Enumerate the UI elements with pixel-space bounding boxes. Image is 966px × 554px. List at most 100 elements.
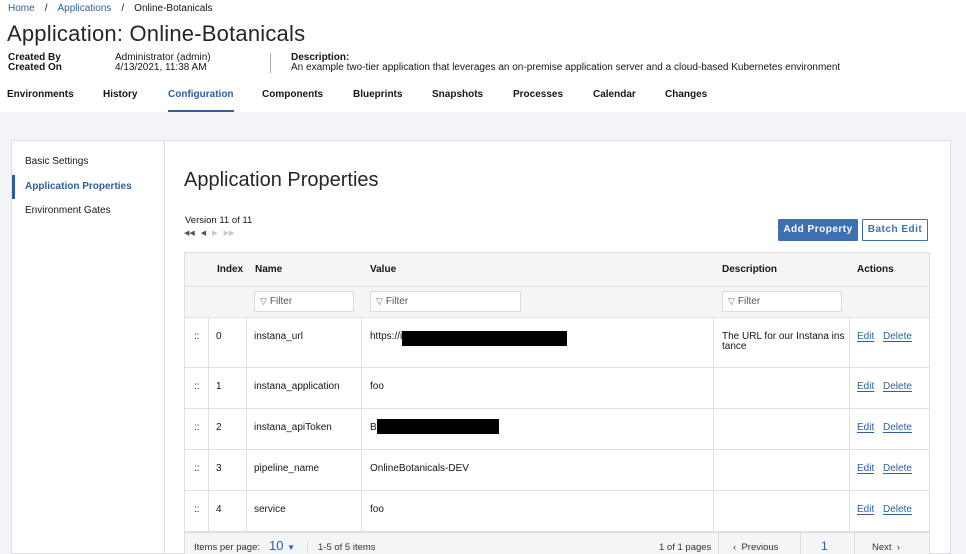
- row-value: OnlineBotanicals-DEV: [370, 463, 469, 474]
- row-index: 1: [216, 381, 222, 392]
- filter-placeholder: Filter: [737, 296, 761, 307]
- row-value: https://i: [370, 331, 403, 342]
- tab-history[interactable]: History: [103, 89, 137, 112]
- delete-link[interactable]: Delete: [883, 331, 912, 342]
- panel-title: Application Properties: [184, 169, 379, 191]
- created-on-label: Created On: [8, 62, 62, 73]
- edit-link[interactable]: Edit: [857, 331, 874, 342]
- edit-link[interactable]: Edit: [857, 504, 874, 515]
- header-value[interactable]: Value: [370, 264, 396, 275]
- footer-divider: [854, 533, 855, 554]
- edit-link[interactable]: Edit: [857, 463, 874, 474]
- filter-placeholder: Filter: [385, 296, 409, 307]
- sidebar-item-basic-settings[interactable]: Basic Settings: [12, 150, 164, 174]
- breadcrumb-separator: /: [121, 3, 125, 14]
- chevron-right-icon: ›: [896, 542, 900, 553]
- current-page[interactable]: 1: [821, 539, 828, 553]
- table-row: :: 2 instana_apiToken B Edit Delete: [185, 409, 929, 450]
- drag-handle-icon[interactable]: ::: [194, 331, 200, 342]
- table-row: :: 1 instana_application foo Edit Delete: [185, 368, 929, 409]
- delete-link[interactable]: Delete: [883, 422, 912, 433]
- name-filter-input[interactable]: ▽ Filter: [254, 291, 354, 312]
- breadcrumb-home[interactable]: Home: [8, 3, 35, 14]
- created-on-value: 4/13/2021, 11:38 AM: [115, 62, 207, 73]
- sidebar-item-environment-gates[interactable]: Environment Gates: [12, 199, 164, 223]
- redacted-value: [377, 419, 499, 434]
- header-actions: Actions: [857, 264, 894, 275]
- table-row: :: 4 service foo Edit Delete: [185, 491, 929, 532]
- delete-link[interactable]: Delete: [883, 504, 912, 515]
- tab-components[interactable]: Components: [262, 89, 323, 112]
- redacted-value: [402, 331, 567, 346]
- version-navigation: ◀◀ ◀ ▶ ▶▶: [184, 229, 234, 237]
- properties-table: Index Name Value Description Actions ▽ Fi…: [184, 252, 930, 554]
- previous-version-icon[interactable]: ◀: [201, 229, 206, 237]
- last-version-icon[interactable]: ▶▶: [224, 229, 235, 237]
- next-version-icon[interactable]: ▶: [212, 229, 217, 237]
- tab-blueprints[interactable]: Blueprints: [353, 89, 402, 112]
- drag-handle-icon[interactable]: ::: [194, 463, 200, 474]
- footer-divider: [800, 533, 801, 554]
- header-name[interactable]: Name: [255, 264, 282, 275]
- breadcrumb-separator: /: [44, 3, 48, 14]
- pagination-bar: Items per page: 10 ▼ 1-5 of 5 items 1 of…: [185, 532, 929, 554]
- row-description-cont: tance: [722, 341, 747, 352]
- items-per-page-select[interactable]: 10 ▼: [269, 538, 295, 553]
- row-name: pipeline_name: [254, 463, 320, 474]
- breadcrumb: Home / Applications / Online-Botanicals: [8, 3, 213, 14]
- row-name: instana_apiToken: [254, 422, 332, 433]
- previous-label: Previous: [741, 542, 779, 553]
- page-count: 1 of 1 pages: [659, 542, 712, 553]
- previous-page-button[interactable]: ‹ Previous: [733, 542, 778, 553]
- next-page-button[interactable]: Next ›: [872, 542, 900, 553]
- description-filter-input[interactable]: ▽ Filter: [722, 291, 842, 312]
- sidebar-item-application-properties[interactable]: Application Properties: [12, 175, 164, 199]
- drag-handle-icon[interactable]: ::: [194, 381, 200, 392]
- first-version-icon[interactable]: ◀◀: [184, 229, 195, 237]
- filter-icon: ▽: [376, 296, 383, 306]
- next-label: Next: [872, 542, 892, 553]
- tab-bar: Environments History Configuration Compo…: [0, 83, 966, 112]
- filter-icon: ▽: [260, 296, 267, 306]
- batch-edit-button[interactable]: Batch Edit: [862, 219, 928, 241]
- delete-link[interactable]: Delete: [883, 463, 912, 474]
- row-index: 4: [216, 504, 222, 515]
- row-name: instana_application: [254, 381, 340, 392]
- sidebar: Basic Settings Application Properties En…: [12, 141, 165, 554]
- row-value: foo: [370, 504, 384, 515]
- meta-divider: [270, 53, 271, 73]
- footer-divider: [307, 541, 308, 553]
- drag-handle-icon[interactable]: ::: [194, 504, 200, 515]
- breadcrumb-current: Online-Botanicals: [134, 3, 213, 14]
- description-value: An example two-tier application that lev…: [291, 62, 841, 73]
- value-filter-input[interactable]: ▽ Filter: [370, 291, 521, 312]
- drag-handle-icon[interactable]: ::: [194, 422, 200, 433]
- header-description[interactable]: Description: [722, 264, 777, 275]
- tab-calendar[interactable]: Calendar: [593, 89, 636, 112]
- delete-link[interactable]: Delete: [883, 381, 912, 392]
- page-title: Application: Online-Botanicals: [7, 21, 306, 46]
- version-label: Version 11 of 11: [185, 215, 253, 226]
- tab-processes[interactable]: Processes: [513, 89, 563, 112]
- row-name: service: [254, 504, 286, 515]
- items-per-page-label: Items per page:: [194, 542, 261, 553]
- tab-configuration[interactable]: Configuration: [168, 89, 234, 112]
- chevron-left-icon: ‹: [733, 542, 737, 553]
- edit-link[interactable]: Edit: [857, 422, 874, 433]
- filter-placeholder: Filter: [269, 296, 293, 307]
- tab-environments[interactable]: Environments: [7, 89, 74, 112]
- row-index: 3: [216, 463, 222, 474]
- row-value: foo: [370, 381, 384, 392]
- edit-link[interactable]: Edit: [857, 381, 874, 392]
- row-name: instana_url: [254, 331, 303, 342]
- items-range: 1-5 of 5 items: [318, 542, 376, 553]
- footer-divider: [718, 533, 719, 554]
- breadcrumb-applications[interactable]: Applications: [57, 3, 111, 14]
- tab-snapshots[interactable]: Snapshots: [432, 89, 483, 112]
- chevron-down-icon: ▼: [287, 543, 296, 552]
- table-row: :: 0 instana_url https://i The URL for o…: [185, 318, 929, 368]
- add-property-button[interactable]: Add Property: [778, 219, 858, 241]
- tab-changes[interactable]: Changes: [665, 89, 707, 112]
- row-index: 0: [216, 331, 222, 342]
- header-index[interactable]: Index: [217, 264, 243, 275]
